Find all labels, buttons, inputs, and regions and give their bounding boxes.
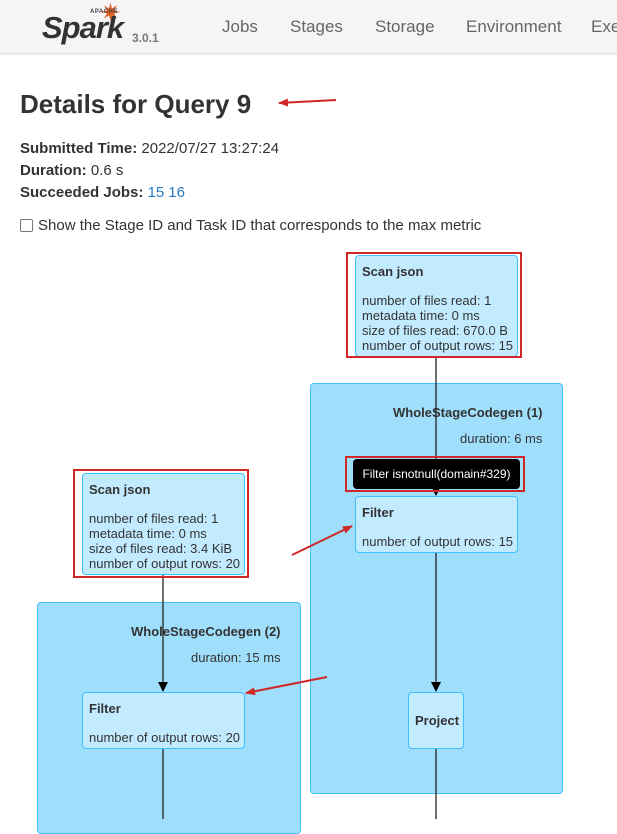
annotation-arrow-filter-1: [291, 525, 353, 556]
annotation-arrow-filter-2: [245, 676, 328, 696]
annotation-arrow-title: [278, 98, 337, 107]
annotation-arrows: [245, 98, 353, 696]
